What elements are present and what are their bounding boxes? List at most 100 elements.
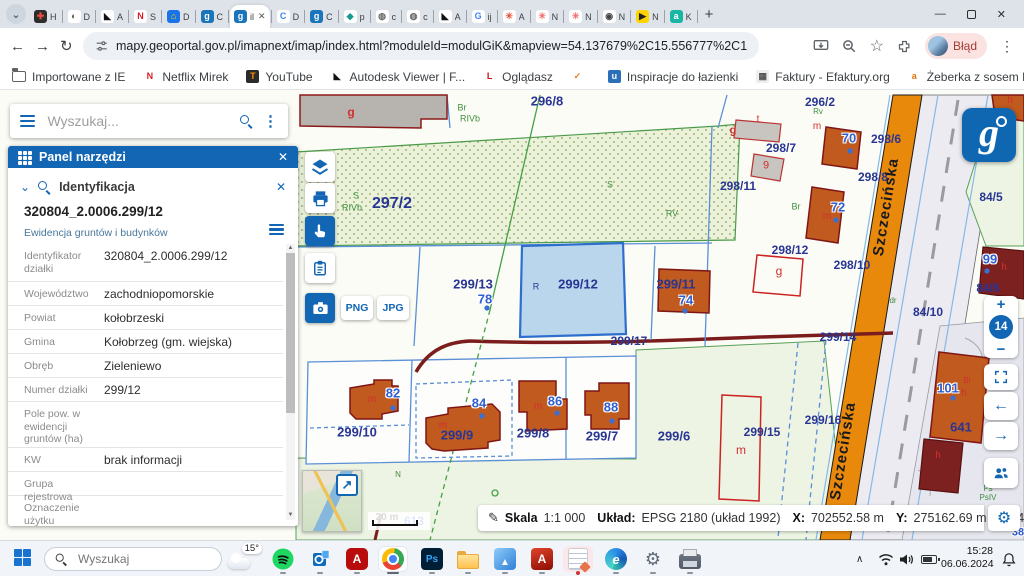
print-button[interactable] bbox=[305, 183, 335, 213]
section-close-icon[interactable]: ✕ bbox=[276, 180, 286, 194]
outlook-icon[interactable] bbox=[307, 546, 333, 572]
bookmark-star-icon[interactable]: ☆ bbox=[870, 36, 884, 56]
forward-button[interactable]: → bbox=[35, 38, 50, 55]
identify-tool-button[interactable] bbox=[305, 216, 335, 246]
spotify-icon[interactable] bbox=[270, 546, 296, 572]
volume-icon[interactable] bbox=[899, 546, 914, 572]
bookmark-item[interactable]: u Inspiracje do łazienki bbox=[608, 70, 738, 84]
acrobat-icon[interactable]: A bbox=[344, 546, 370, 572]
browser-tab[interactable]: ▶ N ✕ bbox=[632, 5, 663, 28]
browser-tab[interactable]: ⌂ D ✕ bbox=[163, 5, 194, 28]
bookmark-item[interactable]: ◣ Autodesk Viewer | F... bbox=[331, 70, 466, 84]
geoportal-logo[interactable]: g bbox=[962, 108, 1016, 162]
previous-view-button[interactable]: ← bbox=[984, 392, 1018, 420]
tab-search-button[interactable]: ⌄ bbox=[6, 4, 26, 24]
panel-header[interactable]: Panel narzędzi ✕ bbox=[8, 146, 298, 168]
taskbar-search[interactable] bbox=[44, 547, 222, 571]
browser-tab[interactable]: G ij ✕ bbox=[468, 5, 496, 28]
notification-bell-icon[interactable] bbox=[1002, 546, 1016, 572]
tab-separator bbox=[530, 10, 531, 23]
minimize-button[interactable]: — bbox=[935, 8, 946, 20]
wifi-icon[interactable] bbox=[878, 546, 894, 572]
feature-menu-icon[interactable] bbox=[269, 224, 284, 235]
settings-gear-button[interactable]: ⚙ bbox=[988, 505, 1020, 531]
maximize-button[interactable] bbox=[967, 10, 976, 19]
table-row: Identyfikator działki320804_2.0006.299/1… bbox=[8, 244, 283, 282]
pencil-icon[interactable]: ✎ bbox=[488, 510, 499, 526]
weather-widget[interactable]: 15° bbox=[228, 545, 262, 571]
extensions-icon[interactable] bbox=[897, 39, 912, 54]
battery-icon[interactable] bbox=[921, 546, 937, 572]
taskbar-search-input[interactable] bbox=[76, 551, 186, 567]
search-icon[interactable] bbox=[240, 115, 253, 128]
reload-button[interactable]: ↻ bbox=[60, 37, 73, 55]
browser-tab[interactable]: ◍ c ✕ bbox=[372, 5, 401, 28]
browser-tab[interactable]: N S ✕ bbox=[130, 5, 160, 28]
photos-icon[interactable]: ▲ bbox=[492, 546, 518, 572]
browser-tab[interactable]: g C ✕ bbox=[306, 5, 337, 28]
site-settings-icon[interactable] bbox=[95, 39, 108, 53]
zoom-in-button[interactable]: + bbox=[997, 297, 1006, 312]
chevron-down-icon[interactable]: ⌄ bbox=[20, 180, 30, 194]
tab-close-icon[interactable]: ✕ bbox=[258, 11, 266, 22]
browser-tab[interactable]: g il ✕ bbox=[230, 5, 270, 28]
browser-tab[interactable]: ◣ A ✕ bbox=[97, 5, 127, 28]
layers-button[interactable] bbox=[305, 152, 335, 182]
close-window-button[interactable]: ✕ bbox=[997, 8, 1006, 21]
install-icon[interactable] bbox=[813, 39, 829, 53]
browser-menu-icon[interactable]: ⋮ bbox=[1000, 38, 1014, 55]
browser-tab[interactable]: ✳ A ✕ bbox=[499, 5, 529, 28]
clipboard-button[interactable] bbox=[305, 253, 335, 283]
browser-tab[interactable]: ◉ N ✕ bbox=[599, 5, 630, 28]
screenshot-button[interactable] bbox=[305, 293, 335, 323]
browser-tab[interactable]: a K ✕ bbox=[666, 5, 696, 28]
zoom-out-button[interactable]: − bbox=[997, 342, 1006, 357]
clock[interactable]: 15:28 06.06.2024 bbox=[941, 545, 993, 571]
next-view-button[interactable]: → bbox=[984, 422, 1018, 450]
autocad-icon[interactable]: A bbox=[529, 546, 555, 572]
browser-tab[interactable]: g C ✕ bbox=[197, 5, 228, 28]
fullscreen-button[interactable] bbox=[984, 364, 1018, 390]
attribute-table: Identyfikator działki320804_2.0006.299/1… bbox=[8, 244, 283, 526]
minimap-expand-icon[interactable]: ↗ bbox=[336, 474, 358, 496]
browser-tab[interactable]: ◐ D ✕ bbox=[64, 5, 95, 28]
profile-chip[interactable]: Błąd bbox=[925, 33, 987, 59]
panel-scrollbar[interactable]: ▲ ▼ bbox=[286, 244, 295, 520]
contact-button[interactable] bbox=[984, 458, 1018, 488]
jpg-export-button[interactable]: JPG bbox=[377, 296, 409, 320]
search-options-icon[interactable]: ⋮ bbox=[263, 112, 278, 130]
bookmark-item[interactable]: Importowane z IE bbox=[12, 70, 125, 84]
browser-tab[interactable]: ◣ A ✕ bbox=[435, 5, 465, 28]
photoshop-icon[interactable]: Ps bbox=[419, 546, 445, 572]
browser-tab[interactable]: ◍ c ✕ bbox=[403, 5, 432, 28]
browser-tab[interactable]: ✳ N ✕ bbox=[532, 5, 563, 28]
bookmark-item[interactable]: a Żeberka z sosem BB... bbox=[908, 70, 1024, 84]
bookmark-item[interactable]: N Netflix Mirek bbox=[143, 70, 228, 84]
chrome-icon[interactable] bbox=[378, 546, 408, 572]
edge-icon[interactable]: e bbox=[603, 546, 629, 572]
address-bar[interactable]: mapy.geoportal.gov.pl/imapnext/imap/inde… bbox=[83, 32, 759, 60]
printer-icon[interactable] bbox=[677, 546, 703, 572]
settings-icon[interactable]: ⚙ bbox=[640, 546, 666, 572]
back-button[interactable]: ← bbox=[10, 38, 25, 55]
zoom-out-icon[interactable] bbox=[842, 39, 857, 54]
bookmark-item[interactable]: L Oglądasz bbox=[483, 70, 553, 84]
panel-close-icon[interactable]: ✕ bbox=[278, 150, 288, 164]
start-button[interactable] bbox=[14, 549, 31, 566]
map-canvas[interactable]: gBrRIVb296/8296/2RvSRIVb297/2SRVgt298/7m… bbox=[0, 90, 1024, 540]
file-explorer-icon[interactable] bbox=[455, 546, 481, 572]
new-tab-button[interactable]: + bbox=[705, 6, 714, 23]
browser-tab[interactable]: ✚ H ✕ bbox=[30, 5, 61, 28]
menu-icon[interactable] bbox=[20, 115, 35, 127]
bookmark-item[interactable]: T YouTube bbox=[246, 70, 312, 84]
browser-tab[interactable]: C D ✕ bbox=[273, 5, 304, 28]
png-export-button[interactable]: PNG bbox=[341, 296, 373, 320]
tray-chevron-icon[interactable]: ∧ bbox=[856, 546, 863, 572]
scrollbar-thumb[interactable] bbox=[286, 253, 295, 413]
bookmark-item[interactable]: ▦ Faktury - Efaktury.org bbox=[756, 70, 889, 84]
bookmark-item[interactable]: ✓ bbox=[571, 70, 590, 83]
browser-tab[interactable]: ◆ p ✕ bbox=[340, 5, 369, 28]
map-search-input[interactable] bbox=[45, 112, 230, 130]
browser-tab[interactable]: ✳ N ✕ bbox=[565, 5, 596, 28]
notes-app-icon[interactable] bbox=[563, 546, 593, 572]
